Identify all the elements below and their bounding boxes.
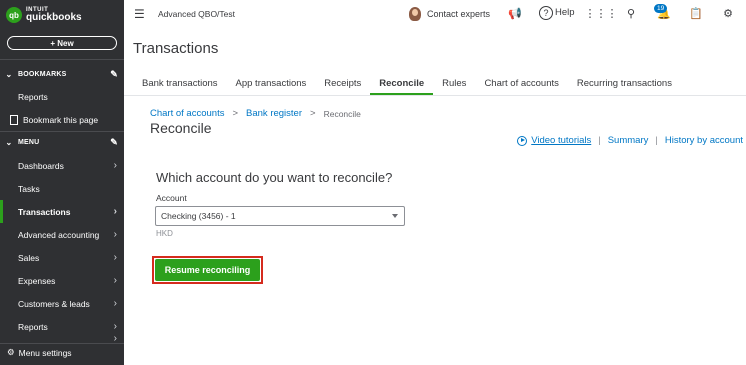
sidebar-item-label: Customers & leads <box>18 298 90 309</box>
tab-recurring-transactions[interactable]: Recurring transactions <box>577 71 672 95</box>
gear-icon: ⚙ <box>7 347 15 357</box>
edit-bookmarks-pencil-icon[interactable]: ✎ <box>110 69 118 80</box>
contact-experts-label: Contact experts <box>427 9 491 19</box>
account-select-value: Checking (3456) - 1 <box>161 211 236 221</box>
chevron-right-icon: › <box>113 332 117 344</box>
quickbooks-logo-icon: qb <box>6 7 22 23</box>
edit-menu-pencil-icon[interactable]: ✎ <box>110 137 118 148</box>
expert-avatar <box>409 7 421 21</box>
menu-settings-button[interactable]: ⚙ Menu settings <box>7 347 72 358</box>
tab-reconcile[interactable]: Reconcile <box>370 71 434 95</box>
sidebar-item-label: Tasks <box>18 183 40 194</box>
search-icon[interactable]: ⚲ <box>624 6 638 20</box>
top-bar: ☰ Advanced QBO/Test Contact experts 📢 ? … <box>124 0 746 28</box>
quickbooks-logo[interactable]: qb INTUIT quickbooks <box>6 7 82 23</box>
sidebar-item-tasks[interactable]: Tasks <box>0 177 124 200</box>
help-label[interactable]: Help <box>555 7 575 18</box>
bookmark-this-page[interactable]: Bookmark this page <box>0 108 124 131</box>
sidebar-item-label: Advanced accounting <box>18 229 100 240</box>
history-by-account-link[interactable]: History by account <box>665 135 743 146</box>
breadcrumb-bank-register[interactable]: Bank register <box>246 108 302 119</box>
company-name[interactable]: Advanced QBO/Test <box>158 9 235 19</box>
chevron-right-icon: › <box>113 298 117 309</box>
bookmark-item-reports[interactable]: Reports <box>0 85 124 108</box>
tab-bank-transactions[interactable]: Bank transactions <box>142 71 218 95</box>
chevron-down-icon: ⌄ <box>5 69 13 79</box>
tab-app-transactions[interactable]: App transactions <box>236 71 307 95</box>
bookmarks-section-header[interactable]: ⌄ BOOKMARKS ✎ <box>0 64 124 84</box>
video-tutorials-link[interactable]: Video tutorials <box>531 135 591 146</box>
link-separator: | <box>598 135 601 146</box>
chevron-down-icon: ⌄ <box>5 137 13 147</box>
page-title: Transactions <box>133 40 219 57</box>
sidebar-item-sales[interactable]: Sales › <box>0 246 124 269</box>
sidebar-item-label: Sales <box>18 252 40 263</box>
account-select[interactable]: Checking (3456) - 1 <box>155 206 405 226</box>
tab-receipts[interactable]: Receipts <box>324 71 361 95</box>
sidebar-divider <box>0 59 124 60</box>
apps-grid-icon[interactable]: ⋮⋮⋮ <box>585 6 618 20</box>
logo-quickbooks-text: quickbooks <box>26 12 82 23</box>
breadcrumb-separator: > <box>310 108 316 119</box>
sidebar-divider <box>0 343 124 344</box>
help-icon[interactable]: ? <box>539 6 553 20</box>
dropdown-caret-icon <box>392 214 398 218</box>
reconcile-question: Which account do you want to reconcile? <box>156 170 393 185</box>
help-links: Video tutorials | Summary | History by a… <box>517 135 743 146</box>
tab-bar: Bank transactions App transactions Recei… <box>133 71 672 95</box>
sidebar-item-advanced-accounting[interactable]: Advanced accounting › <box>0 223 124 246</box>
sidebar-item-partial[interactable]: › <box>0 332 124 344</box>
breadcrumb: Chart of accounts > Bank register > Reco… <box>150 108 361 119</box>
chevron-right-icon: › <box>113 252 117 263</box>
bookmark-icon <box>10 114 18 125</box>
sidebar-item-label: Dashboards <box>18 160 64 171</box>
menu-header-label: MENU <box>18 138 40 146</box>
clipboard-icon[interactable]: 📋 <box>689 6 703 20</box>
contact-experts-button[interactable]: Contact experts <box>409 7 490 21</box>
new-button[interactable]: + New <box>7 36 117 50</box>
bookmark-item-label: Reports <box>18 91 48 102</box>
sidebar-item-expenses[interactable]: Expenses › <box>0 269 124 292</box>
link-separator: | <box>655 135 658 146</box>
tab-chart-of-accounts[interactable]: Chart of accounts <box>484 71 558 95</box>
summary-link[interactable]: Summary <box>608 135 649 146</box>
gear-icon[interactable]: ⚙ <box>721 6 735 20</box>
breadcrumb-current: Reconcile <box>323 108 361 119</box>
account-label: Account <box>156 193 187 203</box>
tab-rules[interactable]: Rules <box>442 71 466 95</box>
tabs-divider <box>124 95 746 96</box>
megaphone-icon[interactable]: 📢 <box>508 6 522 20</box>
bookmark-item-label: Bookmark this page <box>23 114 99 125</box>
breadcrumb-separator: > <box>232 108 239 119</box>
bookmarks-header-label: BOOKMARKS <box>18 70 67 78</box>
collapse-menu-icon[interactable]: ☰ <box>134 7 145 21</box>
sidebar-item-label: Reports <box>18 321 48 332</box>
sidebar-item-customers-leads[interactable]: Customers & leads › <box>0 292 124 315</box>
resume-reconciling-button[interactable]: Resume reconciling <box>155 259 260 281</box>
chevron-right-icon: › <box>113 206 117 217</box>
menu-settings-label: Menu settings <box>18 347 72 358</box>
menu-section-header[interactable]: ⌄ MENU ✎ <box>0 132 124 152</box>
chevron-right-icon: › <box>113 229 117 240</box>
chevron-right-icon: › <box>113 160 117 171</box>
sidebar-item-transactions[interactable]: Transactions › <box>0 200 124 223</box>
play-icon[interactable] <box>517 135 528 146</box>
sidebar-item-label: Expenses <box>18 275 56 286</box>
chevron-right-icon: › <box>113 275 117 286</box>
currency-label: HKD <box>156 229 173 238</box>
sidebar-item-dashboards[interactable]: Dashboards › <box>0 154 124 177</box>
sidebar-item-label: Transactions <box>18 206 71 217</box>
chevron-right-icon: › <box>113 321 117 332</box>
notification-badge: 19 <box>654 4 668 13</box>
sidebar: qb INTUIT quickbooks + New ⌄ BOOKMARKS ✎… <box>0 0 124 365</box>
reconcile-title: Reconcile <box>150 120 212 136</box>
breadcrumb-chart-of-accounts[interactable]: Chart of accounts <box>150 108 224 119</box>
